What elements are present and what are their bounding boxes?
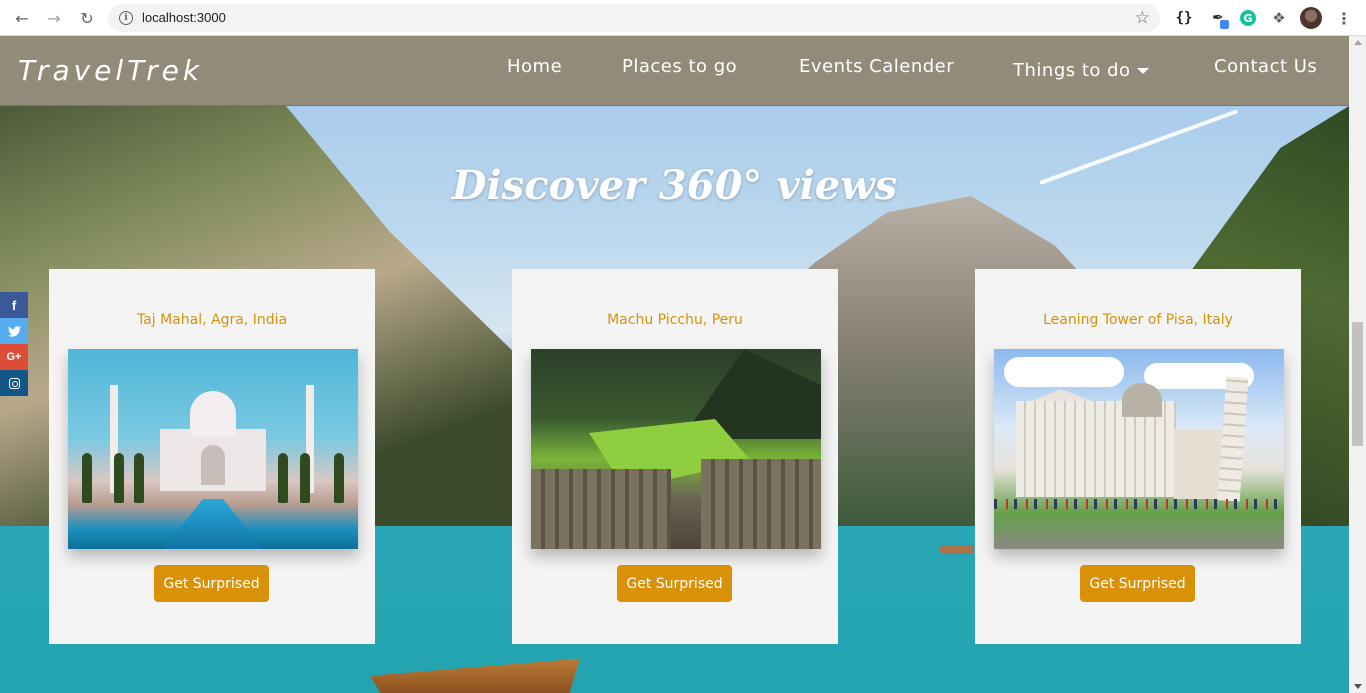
facebook-icon[interactable]: f (0, 292, 28, 318)
card-title: Leaning Tower of Pisa, Italy (1043, 312, 1233, 328)
scrollbar-thumb[interactable] (1352, 322, 1363, 446)
grammarly-extension-icon[interactable]: G (1237, 7, 1259, 29)
nav-things-to-do[interactable]: Things to do (1013, 60, 1149, 81)
destination-card-taj-mahal: Taj Mahal, Agra, India Get Surprised (49, 269, 375, 644)
profile-avatar[interactable] (1300, 7, 1322, 29)
info-icon[interactable]: i (119, 11, 133, 25)
nav-things-to-do-label: Things to do (1013, 60, 1131, 81)
scroll-down-arrow-icon[interactable] (1354, 684, 1362, 689)
tourists (994, 499, 1284, 509)
machu-picchu-image[interactable] (531, 349, 821, 549)
social-sidebar: f G+ (0, 292, 28, 396)
site-navbar: TravelTrek Home Places to go Events Cale… (0, 36, 1349, 106)
forward-arrow-icon[interactable]: → (43, 7, 65, 29)
card-title: Machu Picchu, Peru (607, 312, 743, 328)
browser-menu-icon[interactable]: ⋮ (1333, 7, 1355, 29)
address-bar[interactable]: i localhost:3000 ☆ (108, 4, 1160, 32)
get-surprised-button[interactable]: Get Surprised (1080, 565, 1195, 602)
get-surprised-button[interactable]: Get Surprised (154, 565, 269, 602)
page-viewport: TravelTrek Home Places to go Events Cale… (0, 36, 1349, 693)
destination-card-pisa: Leaning Tower of Pisa, Italy Get Surpris… (975, 269, 1301, 644)
get-surprised-button[interactable]: Get Surprised (617, 565, 732, 602)
leaning-tower (1217, 376, 1249, 502)
cypress-tree (134, 453, 144, 503)
taj-door (201, 445, 225, 485)
cypress-tree (114, 453, 124, 503)
nav-contact-us[interactable]: Contact Us (1214, 56, 1317, 77)
nav-events-calender[interactable]: Events Calender (799, 56, 954, 77)
distant-boat (940, 545, 974, 554)
taj-mahal-image[interactable] (68, 349, 358, 549)
json-extension-icon[interactable]: {} (1173, 7, 1195, 29)
card-title: Taj Mahal, Agra, India (136, 312, 288, 328)
cloud (1004, 357, 1124, 387)
taj-dome (190, 391, 236, 437)
brand-logo[interactable]: TravelTrek (18, 54, 203, 87)
destination-card-machu-picchu: Machu Picchu, Peru Get Surprised (512, 269, 838, 644)
cathedral-cupola (1122, 383, 1162, 417)
hero-title: Discover 360° views (451, 162, 898, 209)
cathedral-annex (1174, 429, 1224, 499)
twitter-icon[interactable] (0, 318, 28, 344)
caret-down-icon (1136, 68, 1149, 74)
color-picker-extension-icon[interactable]: ✒ (1207, 7, 1229, 29)
instagram-icon[interactable] (0, 370, 28, 396)
extensions-puzzle-icon[interactable]: ❖ (1268, 7, 1290, 29)
address-url[interactable]: localhost:3000 (142, 10, 226, 25)
cypress-tree (82, 453, 92, 503)
browser-toolbar: ← → ↻ i localhost:3000 ☆ {} ✒ G ❖ ⋮ (0, 0, 1366, 36)
rowboat (370, 658, 580, 693)
stone-ruins (701, 459, 821, 549)
scroll-up-arrow-icon[interactable] (1354, 40, 1362, 45)
reflecting-pool (163, 499, 263, 549)
nav-home[interactable]: Home (507, 56, 562, 77)
back-arrow-icon[interactable]: ← (11, 7, 33, 29)
cypress-tree (334, 453, 344, 503)
stone-ruins (531, 469, 671, 549)
cypress-tree (278, 453, 288, 503)
bookmark-star-icon[interactable]: ☆ (1135, 8, 1150, 28)
nav-places-to-go[interactable]: Places to go (622, 56, 737, 77)
page-scrollbar[interactable] (1349, 36, 1366, 693)
reload-icon[interactable]: ↻ (76, 7, 98, 29)
google-plus-icon[interactable]: G+ (0, 344, 28, 370)
cypress-tree (300, 453, 310, 503)
pisa-tower-image[interactable] (994, 349, 1284, 549)
instagram-glyph (8, 377, 20, 389)
